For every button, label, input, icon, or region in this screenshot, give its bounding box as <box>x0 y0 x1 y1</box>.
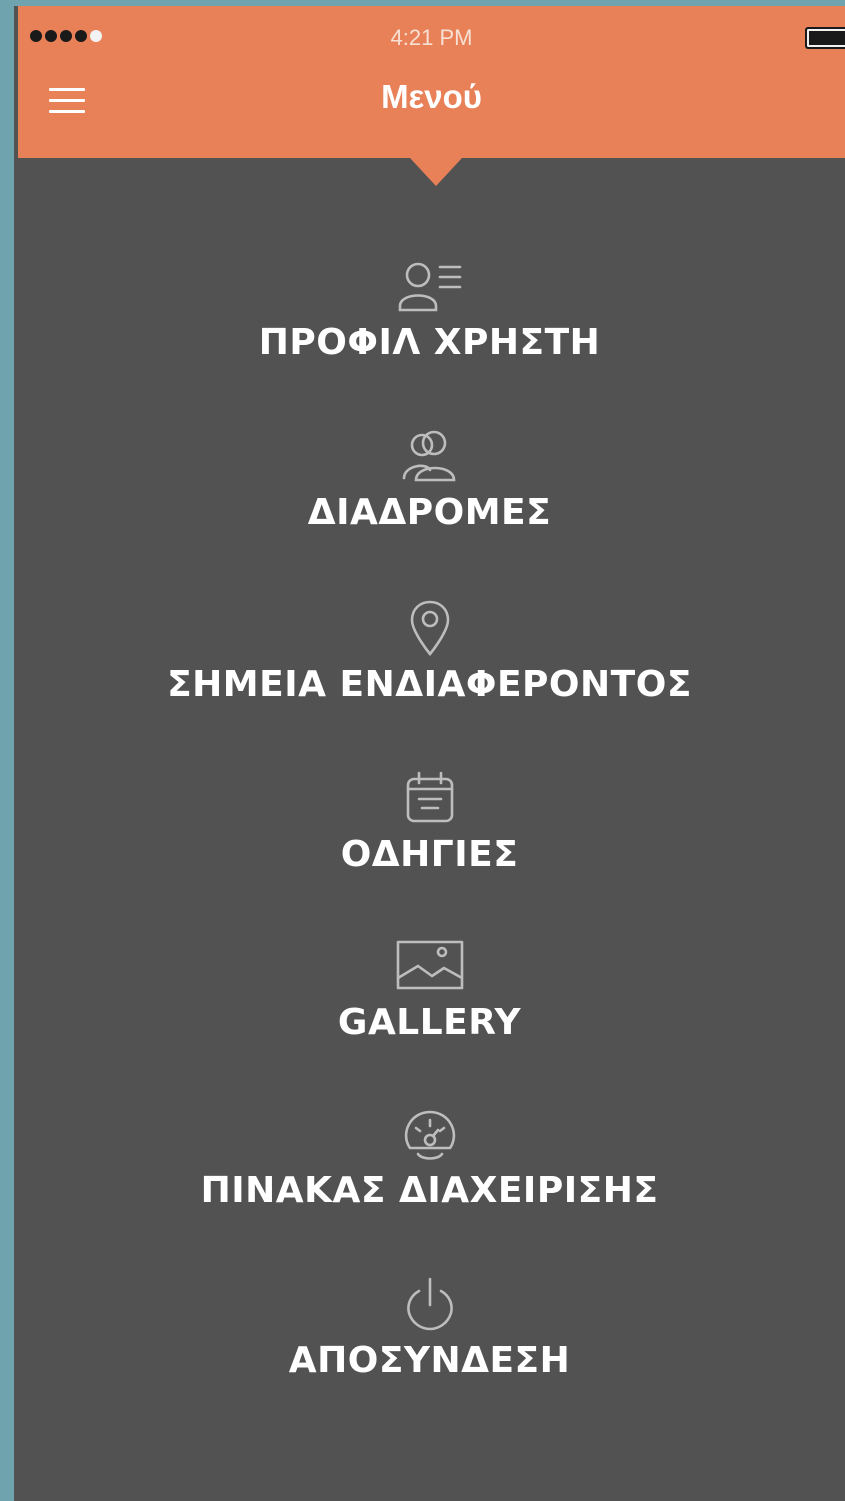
menu-item-user-profile[interactable]: ΠΡΟΦΙΛ ΧΡΗΣΤΗ <box>14 254 845 404</box>
menu-item-label: ΔΙΑΔΡΟΜΕΣ <box>307 492 552 533</box>
status-bar: 4:21 PM <box>18 6 845 66</box>
calendar-icon <box>390 766 470 830</box>
menu-item-points-of-interest[interactable]: ΣΗΜΕΙΑ ΕΝΔΙΑΦΕΡΟΝΤΟΣ <box>14 596 845 746</box>
menu-item-label: ΟΔΗΓΙΕΣ <box>340 834 519 875</box>
menu-item-instructions[interactable]: ΟΔΗΓΙΕΣ <box>14 766 845 916</box>
menu-item-logout[interactable]: ΑΠΟΣΥΝΔΕΣΗ <box>14 1272 845 1422</box>
menu-item-routes[interactable]: ΔΙΑΔΡΟΜΕΣ <box>14 424 845 574</box>
user-profile-icon <box>390 254 470 318</box>
menu-item-label: GALLERY <box>337 1002 522 1043</box>
menu-item-label: ΠΡΟΦΙΛ ΧΡΗΣΤΗ <box>258 322 601 363</box>
menu-item-label: ΑΠΟΣΥΝΔΕΣΗ <box>288 1340 571 1381</box>
status-time: 4:21 PM <box>390 25 473 50</box>
image-icon <box>390 934 470 998</box>
dashboard-gauge-icon <box>390 1102 470 1166</box>
menu-item-gallery[interactable]: GALLERY <box>14 934 845 1084</box>
header-bar: 4:21 PM Μενού <box>18 6 845 158</box>
menu-item-label: ΠΙΝΑΚΑΣ ΔΙΑΧΕΙΡΙΣΗΣ <box>200 1170 659 1211</box>
menu-item-admin-dashboard[interactable]: ΠΙΝΑΚΑΣ ΔΙΑΧΕΙΡΙΣΗΣ <box>14 1102 845 1252</box>
users-group-icon <box>390 424 470 488</box>
menu-item-label: ΣΗΜΕΙΑ ΕΝΔΙΑΦΕΡΟΝΤΟΣ <box>167 664 692 705</box>
header-pointer-arrow <box>410 158 462 186</box>
app-screen: 4:21 PM Μενού ΠΡΟΦΙΛ ΧΡΗΣΤΗ ΔΙΑΔΡΟΜΕΣ ΣΗ… <box>14 6 845 1501</box>
power-icon <box>390 1272 470 1336</box>
page-title: Μενού <box>381 78 482 115</box>
map-pin-icon <box>390 596 470 660</box>
battery-icon <box>805 27 845 49</box>
